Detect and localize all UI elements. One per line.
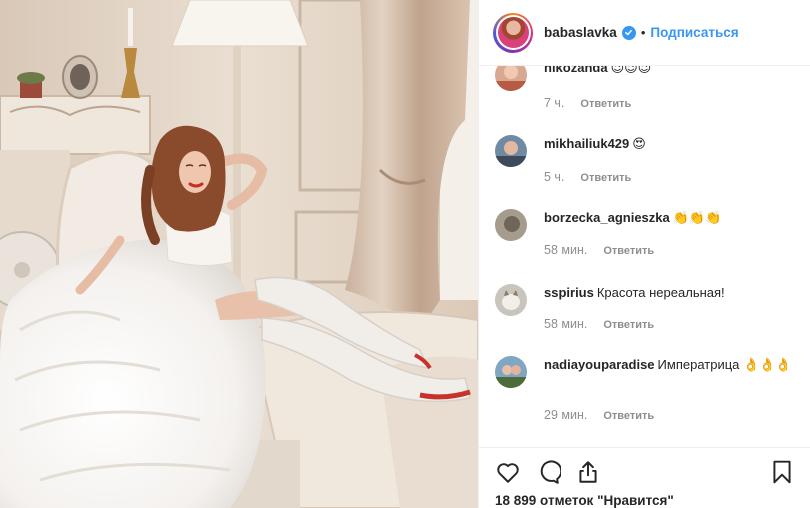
comment-time: 7 ч.: [544, 96, 565, 110]
comment-text: Красота нереальная!: [596, 285, 725, 300]
post-image: [0, 0, 478, 508]
comment-icon[interactable]: [535, 459, 561, 485]
separator-dot: •: [640, 25, 646, 40]
commenter-username[interactable]: nadiayouparadise: [544, 357, 655, 372]
instagram-post: babaslavka • Подписаться nikozanda 😉😉😉 7 …: [0, 0, 810, 508]
verified-badge-icon: [621, 25, 636, 40]
reply-button[interactable]: Ответить: [580, 98, 631, 110]
post-header: babaslavka • Подписаться: [479, 0, 810, 66]
author-avatar[interactable]: [493, 12, 533, 53]
reply-button[interactable]: Ответить: [603, 245, 654, 257]
commenter-avatar[interactable]: [495, 135, 527, 167]
comment-meta: 7 ч. Ответить: [544, 96, 631, 110]
comments-list[interactable]: nikozanda 😉😉😉 7 ч. Ответить mikhailiuk429 😍…: [479, 66, 810, 458]
comment-time: 58 мин.: [544, 243, 588, 257]
comment-text: 😍: [632, 136, 646, 151]
reply-button[interactable]: Ответить: [603, 410, 654, 422]
comment-meta: 29 мин. Ответить: [544, 408, 654, 422]
comment-meta: 58 мин. Ответить: [544, 317, 654, 331]
post-actions: 18 899 отметок "Нравится": [479, 447, 810, 508]
reply-button[interactable]: Ответить: [580, 172, 631, 184]
likes-count[interactable]: 18 899 отметок "Нравится": [495, 493, 674, 508]
comment-body: mikhailiuk429 😍: [544, 135, 804, 153]
author-username[interactable]: babaslavka: [544, 25, 617, 40]
commenter-avatar[interactable]: [495, 356, 527, 388]
post-sidebar: babaslavka • Подписаться nikozanda 😉😉😉 7 …: [478, 0, 810, 508]
comment-text: Императрица 👌👌👌: [657, 357, 792, 372]
comment-time: 5 ч.: [544, 170, 565, 184]
commenter-avatar[interactable]: [495, 284, 527, 316]
commenter-avatar[interactable]: [495, 66, 527, 91]
comment-text: 😉😉😉: [610, 66, 652, 75]
commenter-username[interactable]: mikhailiuk429: [544, 136, 629, 151]
comment-body: borzecka_agnieszka 👏👏👏: [544, 209, 804, 227]
reply-button[interactable]: Ответить: [603, 319, 654, 331]
commenter-avatar[interactable]: [495, 209, 527, 241]
comment-body: nikozanda 😉😉😉: [544, 66, 804, 77]
comment-text: 👏👏👏: [672, 210, 722, 225]
comment-body: nadiayouparadise Императрица 👌👌👌: [544, 356, 804, 374]
comment-time: 29 мин.: [544, 408, 588, 422]
heart-icon[interactable]: [495, 459, 521, 485]
comment-time: 58 мин.: [544, 317, 588, 331]
comment-body: sspirius Красота нереальная!: [544, 284, 804, 302]
bookmark-icon[interactable]: [769, 459, 795, 485]
comment-meta: 5 ч. Ответить: [544, 170, 631, 184]
follow-button[interactable]: Подписаться: [650, 25, 738, 40]
share-icon[interactable]: [575, 459, 601, 485]
commenter-username[interactable]: sspirius: [544, 285, 594, 300]
comment-meta: 58 мин. Ответить: [544, 243, 654, 257]
commenter-username[interactable]: borzecka_agnieszka: [544, 210, 670, 225]
post-photo[interactable]: [0, 0, 478, 508]
commenter-username[interactable]: nikozanda: [544, 66, 608, 75]
